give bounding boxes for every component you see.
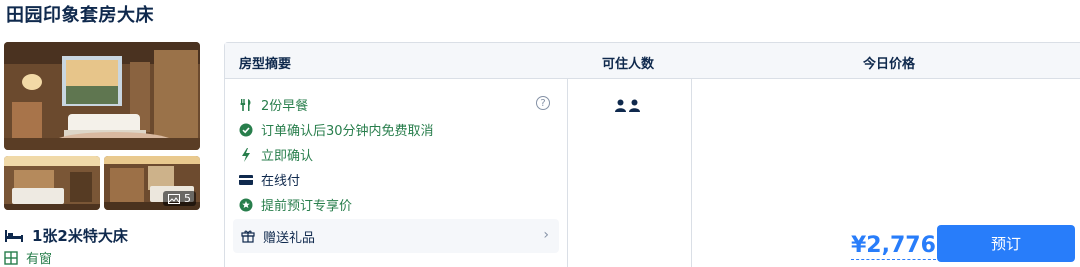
window-info: 有窗 [4,248,52,267]
bed-icon [4,229,24,243]
help-icon[interactable]: ? [536,96,550,110]
chevron-right-icon: › [543,227,549,243]
bed-label: 1张2米特大床 [32,227,128,245]
photo-count: 5 [184,192,191,205]
feature-label: 立即确认 [261,149,314,164]
feature-label: 提前预订专享价 [261,199,353,214]
image-icon [168,193,180,204]
feature-label: 订单确认后30分钟内免费取消 [261,124,434,139]
photo-count-badge[interactable]: 5 [163,191,196,206]
book-button[interactable]: 预订 [937,225,1075,262]
room-photo-thumb-2[interactable]: 5 [104,156,200,210]
feature-instant-confirm: 立即确认 [239,145,313,164]
room-title: 田园印象套房大床 [6,5,154,26]
window-label: 有窗 [26,252,53,267]
check-circle-icon [239,123,253,137]
bed-info: 1张2米特大床 [4,225,128,246]
window-icon [4,250,18,265]
room-price[interactable]: ¥2,776 [851,233,936,260]
gift-icon [241,229,255,243]
room-rate-table: 房型摘要 可住人数 今日价格 2份早餐 ? 订单确认后30分钟内免费取消 立即确… [224,42,1080,267]
guest-capacity [615,99,640,112]
room-photo-thumb-1[interactable] [4,156,100,210]
feature-advance-price: 提前预订专享价 [239,195,352,214]
lightning-icon [239,147,253,162]
gift-label: 赠送礼品 [263,230,316,246]
feature-online-pay: 在线付 [239,170,300,189]
column-divider [691,79,692,267]
header-price: 今日价格 [863,57,916,72]
column-divider [567,79,568,267]
fork-knife-icon [239,98,253,112]
person-icon [615,99,626,112]
feature-free-cancel: 订单确认后30分钟内免费取消 [239,120,434,139]
star-badge-icon [239,198,253,212]
room-photo-main[interactable] [4,42,200,150]
feature-label: 在线付 [261,174,301,189]
header-guests: 可住人数 [602,57,655,72]
header-summary: 房型摘要 [239,57,292,72]
card-icon [239,173,253,187]
feature-breakfast: 2份早餐 [239,95,308,114]
feature-label: 2份早餐 [261,99,309,114]
gift-row[interactable]: 赠送礼品 › [233,219,559,253]
person-icon [629,99,640,112]
table-header: 房型摘要 可住人数 今日价格 [225,43,1080,79]
